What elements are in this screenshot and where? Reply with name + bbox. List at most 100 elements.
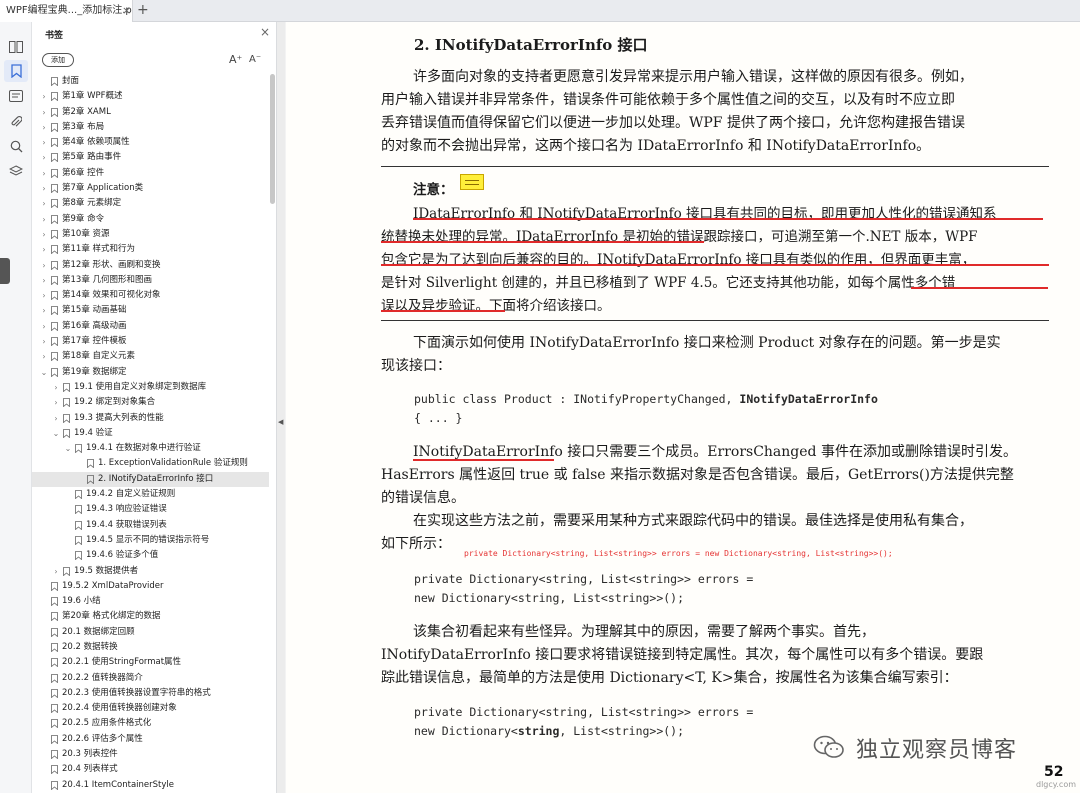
chevron-down-icon[interactable]: ⌄ — [52, 426, 60, 441]
tab-close-icon[interactable]: × — [122, 0, 131, 22]
bookmark-item[interactable]: › 第16章 高级动画 — [32, 319, 269, 334]
red-underline[interactable] — [911, 287, 1048, 289]
bookmark-item[interactable]: › 第15章 动画基础 — [32, 303, 269, 318]
chevron-right-icon[interactable]: › — [40, 288, 48, 303]
bookmark-item[interactable]: 19.4.5 显示不同的错误指示符号 — [32, 533, 269, 548]
bookmark-item[interactable]: ⌄ 第19章 数据绑定 — [32, 365, 269, 380]
chevron-right-icon[interactable]: › — [40, 273, 48, 288]
chevron-right-icon[interactable]: › — [40, 120, 48, 135]
bookmark-item[interactable]: › 第6章 控件 — [32, 166, 269, 181]
bookmark-item[interactable]: ⌄ 19.4.1 在数据对象中进行验证 — [32, 441, 269, 456]
bookmark-item[interactable]: 封面 — [32, 74, 269, 89]
chevron-right-icon[interactable]: › — [40, 319, 48, 334]
scrollbar-thumb[interactable] — [270, 74, 275, 204]
bookmark-item[interactable]: 20.3 列表控件 — [32, 747, 269, 762]
comment-icon[interactable] — [4, 85, 28, 107]
bookmark-item[interactable]: 20.2.3 使用值转换器设置字符串的格式 — [32, 686, 269, 701]
chevron-right-icon[interactable]: › — [40, 258, 48, 273]
chevron-right-icon[interactable]: › — [52, 564, 60, 579]
panel-drag-handle[interactable] — [0, 258, 10, 284]
bookmark-item[interactable]: › 第17章 控件模板 — [32, 334, 269, 349]
bookmark-label: 第10章 资源 — [62, 228, 110, 239]
bookmark-item[interactable]: › 第7章 Application类 — [32, 181, 269, 196]
bookmark-item[interactable]: › 第10章 资源 — [32, 227, 269, 242]
layers-icon[interactable] — [4, 160, 28, 182]
chevron-right-icon[interactable]: › — [52, 395, 60, 410]
bookmark-item[interactable]: › 第3章 布局 — [32, 120, 269, 135]
bookmark-item[interactable]: 19.5.2 XmlDataProvider — [32, 579, 269, 594]
bookmark-item[interactable]: › 第12章 形状、画刷和变换 — [32, 258, 269, 273]
bookmark-item[interactable]: 20.2.6 评估多个属性 — [32, 732, 269, 747]
bookmark-icon — [51, 260, 58, 270]
search-icon[interactable] — [4, 135, 28, 157]
bookmark-item[interactable]: 20.1 数据绑定回顾 — [32, 625, 269, 640]
chevron-right-icon[interactable]: › — [40, 196, 48, 211]
bookmark-item[interactable]: ⌄ 19.4 验证 — [32, 426, 269, 441]
red-text-annotation[interactable]: private Dictionary<string, List<string>>… — [464, 549, 893, 558]
bookmark-item[interactable]: › 第18章 自定义元素 — [32, 349, 269, 364]
bookmark-item[interactable]: › 第11章 样式和行为 — [32, 242, 269, 257]
chevron-right-icon[interactable]: › — [40, 242, 48, 257]
chevron-down-icon[interactable]: ⌄ — [64, 441, 72, 456]
bookmark-item[interactable]: 19.4.6 验证多个值 — [32, 548, 269, 563]
panel-splitter[interactable] — [277, 22, 285, 793]
bookmark-item[interactable]: 20.2 数据转换 — [32, 640, 269, 655]
bookmark-scrollbar[interactable] — [269, 74, 275, 786]
chevron-right-icon[interactable]: › — [40, 181, 48, 196]
bookmark-item[interactable]: 20.2.5 应用条件格式化 — [32, 716, 269, 731]
bookmark-item[interactable]: 第20章 格式化绑定的数据 — [32, 609, 269, 624]
bookmark-item[interactable]: 20.4.1 ItemContainerStyle — [32, 778, 269, 793]
chevron-right-icon[interactable]: › — [52, 380, 60, 395]
bookmark-item[interactable]: › 第1章 WPF概述 — [32, 89, 269, 104]
chevron-right-icon[interactable]: › — [40, 212, 48, 227]
bookmark-item[interactable]: › 第2章 XAML — [32, 105, 269, 120]
bookmark-item[interactable]: › 第4章 依赖项属性 — [32, 135, 269, 150]
bookmark-item[interactable]: 2. INotifyDataErrorInfo 接口 — [32, 471, 269, 488]
chevron-right-icon[interactable]: › — [40, 166, 48, 181]
chevron-right-icon[interactable]: › — [40, 334, 48, 349]
chevron-right-icon[interactable]: › — [40, 105, 48, 120]
bookmark-item[interactable]: 20.2.4 使用值转换器创建对象 — [32, 701, 269, 716]
new-tab-icon[interactable]: + — [137, 0, 149, 21]
chevron-right-icon[interactable]: › — [40, 135, 48, 150]
attachment-icon[interactable] — [4, 111, 28, 133]
bookmark-item[interactable]: › 第5章 路由事件 — [32, 150, 269, 165]
bookmark-item[interactable]: 20.4 列表样式 — [32, 762, 269, 777]
bookmark-item[interactable]: › 第13章 几何图形和图画 — [32, 273, 269, 288]
chevron-right-icon[interactable]: › — [40, 227, 48, 242]
sticky-note-icon[interactable] — [460, 174, 484, 190]
bookmark-icon[interactable] — [4, 60, 28, 82]
thumbnail-icon[interactable] — [4, 36, 28, 58]
panel-close-icon[interactable]: × — [260, 25, 270, 39]
chevron-right-icon[interactable]: › — [40, 150, 48, 165]
bookmark-item[interactable]: 19.4.2 自定义验证规则 — [32, 487, 269, 502]
bookmark-item[interactable]: 20.2.2 值转换器简介 — [32, 671, 269, 686]
red-underline[interactable] — [381, 264, 1049, 266]
bookmark-item[interactable]: › 第14章 效果和可视化对象 — [32, 288, 269, 303]
bookmark-item[interactable]: › 19.2 绑定到对象集合 — [32, 395, 269, 410]
font-increase-icon[interactable]: A⁺ — [229, 53, 242, 66]
add-bookmark-button[interactable]: 添加 — [42, 53, 74, 67]
chevron-down-icon[interactable]: ⌄ — [40, 365, 48, 380]
bookmark-item[interactable]: 20.2.1 使用StringFormat属性 — [32, 655, 269, 670]
red-underline[interactable] — [413, 218, 1043, 220]
bookmark-item[interactable]: › 19.1 使用自定义对象绑定到数据库 — [32, 380, 269, 395]
chevron-right-icon[interactable]: › — [40, 89, 48, 104]
bookmark-item[interactable]: 19.6 小结 — [32, 594, 269, 609]
bookmark-item[interactable]: › 第8章 元素绑定 — [32, 196, 269, 211]
document-tab[interactable]: WPF编程宝典..._添加标注.pdf — [0, 0, 133, 22]
red-underline[interactable] — [381, 241, 704, 243]
bookmark-item[interactable]: › 19.3 提高大列表的性能 — [32, 411, 269, 426]
bookmark-item[interactable]: 19.4.4 获取错误列表 — [32, 518, 269, 533]
font-decrease-icon[interactable]: A⁻ — [249, 54, 261, 65]
bookmark-item[interactable]: › 第9章 命令 — [32, 212, 269, 227]
bookmark-item[interactable]: 1. ExceptionValidationRule 验证规则 — [32, 456, 269, 471]
collapse-panel-icon[interactable]: ◀ — [278, 418, 283, 426]
chevron-right-icon[interactable]: › — [52, 411, 60, 426]
chevron-right-icon[interactable]: › — [40, 349, 48, 364]
red-underline[interactable] — [413, 459, 554, 461]
red-underline[interactable] — [381, 310, 505, 312]
chevron-right-icon[interactable]: › — [40, 303, 48, 318]
bookmark-item[interactable]: 19.4.3 响应验证错误 — [32, 502, 269, 517]
bookmark-item[interactable]: › 19.5 数据提供者 — [32, 564, 269, 579]
